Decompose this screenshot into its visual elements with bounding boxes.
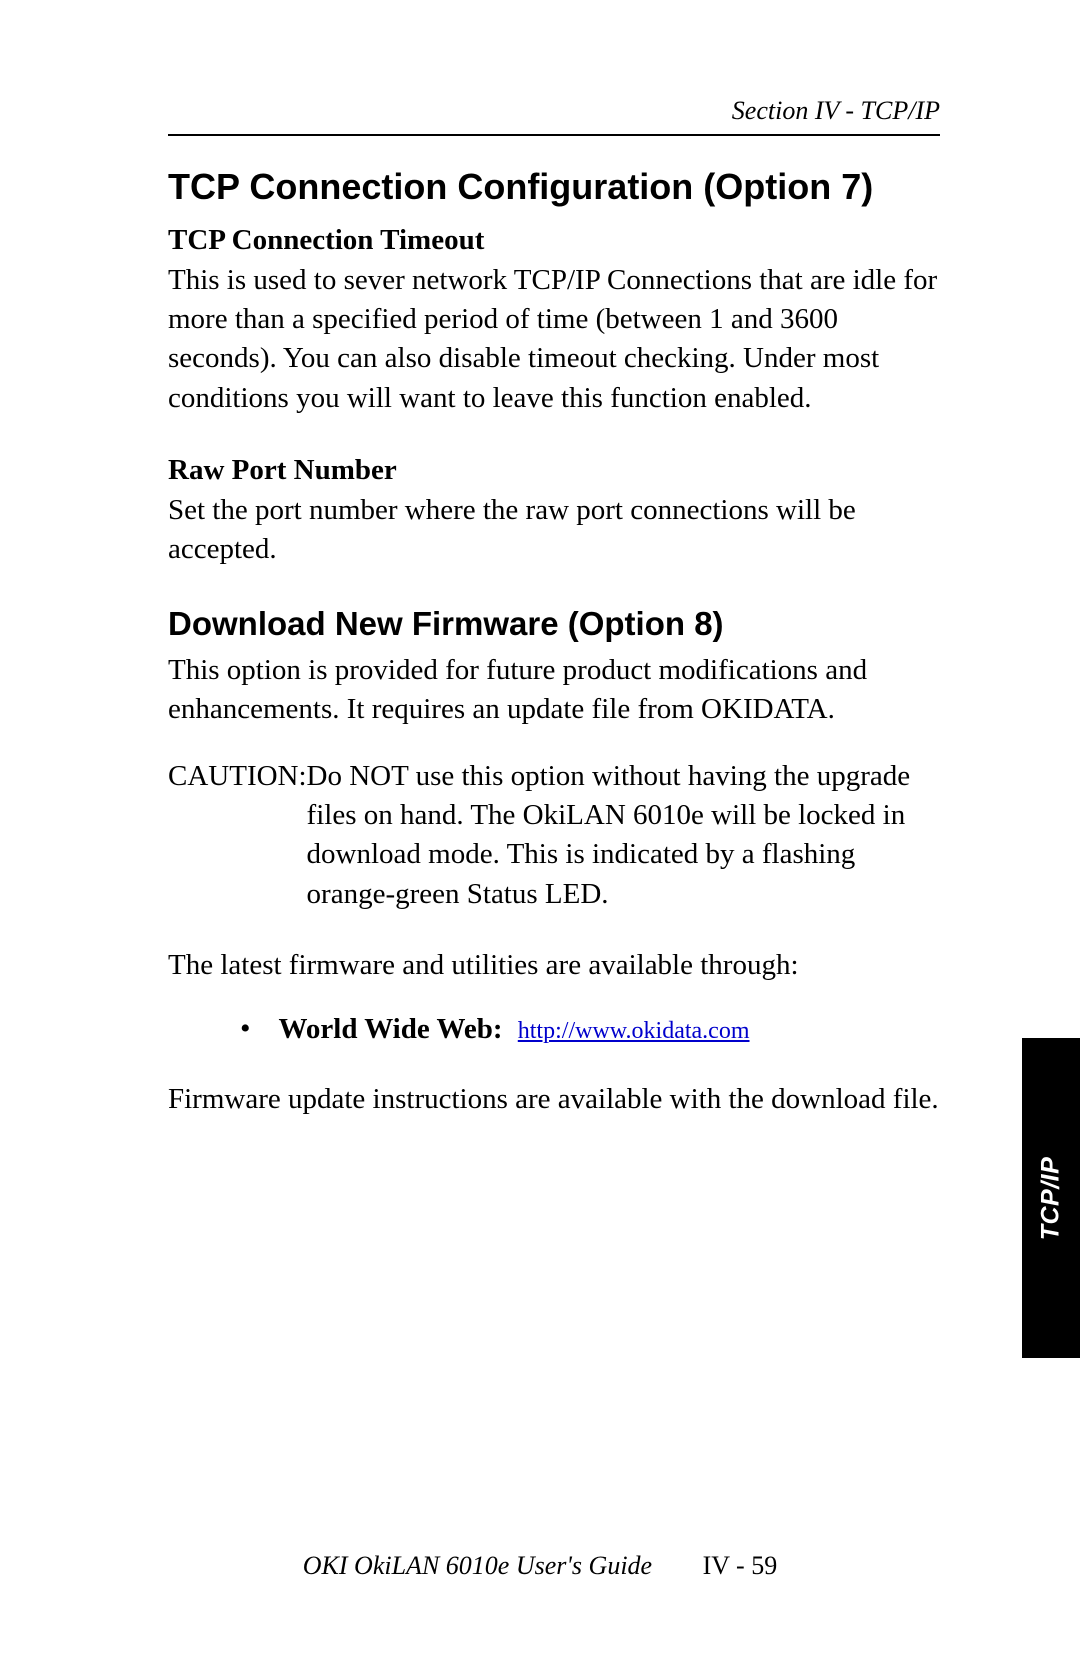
link-okidata[interactable]: http://www.okidata.com — [518, 1018, 750, 1044]
caution-block: CAUTION: Do NOT use this option without … — [168, 757, 940, 914]
side-tab-label: TCP/IP — [1037, 1156, 1066, 1240]
footer-guide-title: OKI OkiLAN 6010e User's Guide — [303, 1551, 652, 1580]
footer-page-number: IV - 59 — [703, 1551, 778, 1580]
body-closing: Firmware update instructions are availab… — [168, 1080, 940, 1119]
heading-tcp-config: TCP Connection Configuration (Option 7) — [168, 164, 940, 210]
caution-body: Do NOT use this option without having th… — [307, 757, 940, 914]
caution-label: CAUTION: — [168, 757, 307, 914]
header-rule — [168, 134, 940, 136]
body-timeout: This is used to sever network TCP/IP Con… — [168, 261, 940, 418]
bullet-icon: • — [240, 1014, 251, 1044]
body-firmware-intro: This option is provided for future produ… — [168, 651, 940, 729]
section-header: Section IV - TCP/IP — [168, 96, 940, 126]
side-tab: TCP/IP — [1022, 1038, 1080, 1358]
document-page: Section IV - TCP/IP TCP Connection Confi… — [0, 0, 1080, 1669]
subheading-timeout: TCP Connection Timeout — [168, 224, 940, 257]
bullet-www: • World Wide Web: http://www.okidata.com — [240, 1013, 940, 1046]
heading-firmware: Download New Firmware (Option 8) — [168, 605, 940, 643]
page-footer: OKI OkiLAN 6010e User's Guide IV - 59 — [0, 1551, 1080, 1581]
body-available: The latest firmware and utilities are av… — [168, 946, 940, 985]
body-rawport: Set the port number where the raw port c… — [168, 491, 940, 569]
bullet-label: World Wide Web: — [279, 1013, 503, 1045]
subheading-rawport: Raw Port Number — [168, 454, 940, 487]
